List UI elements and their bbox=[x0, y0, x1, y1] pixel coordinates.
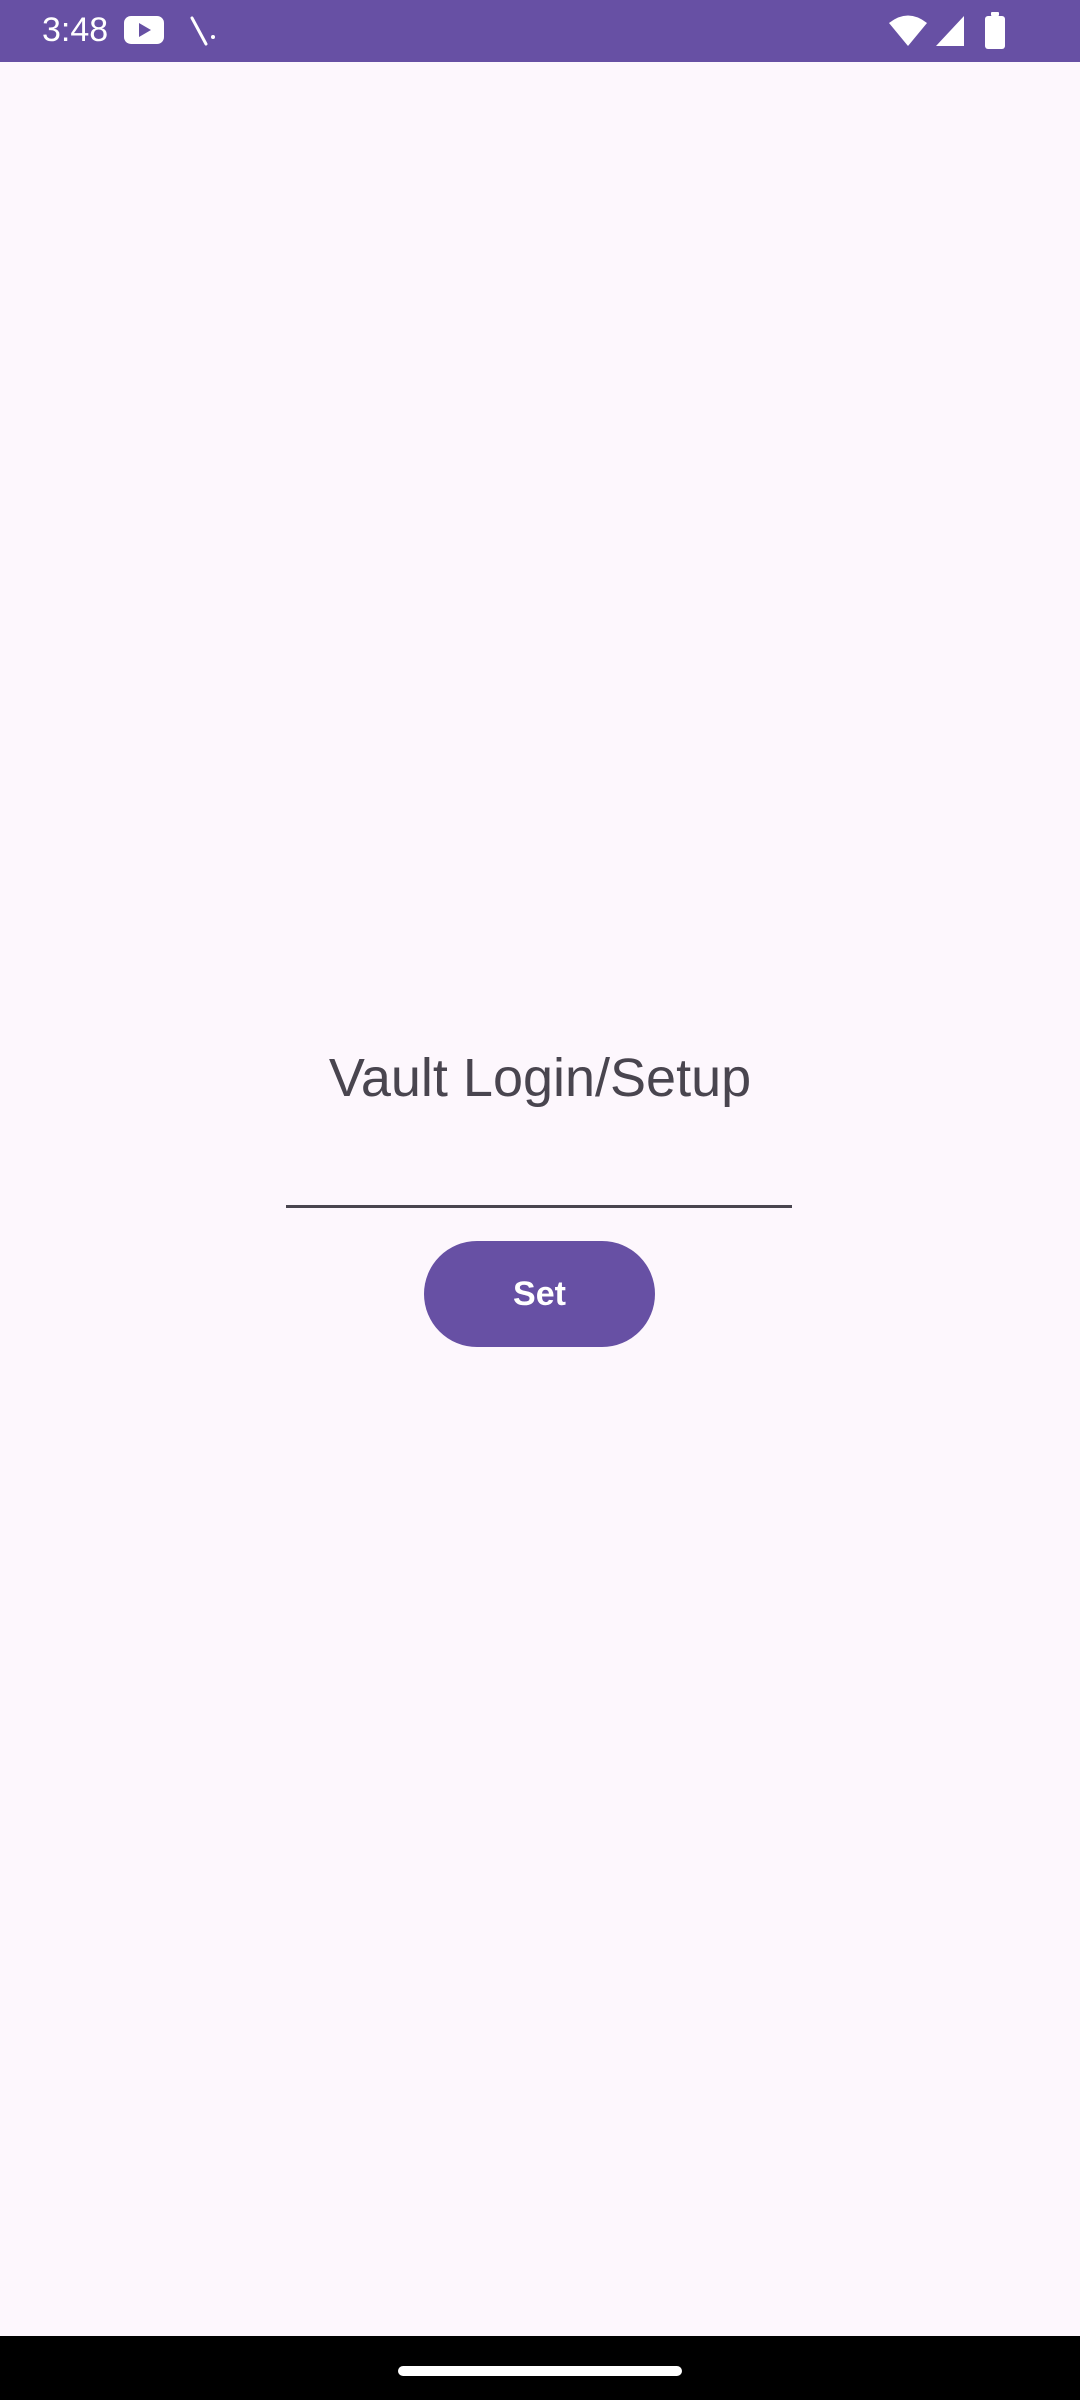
page-title: Vault Login/Setup bbox=[328, 1048, 752, 1108]
navigation-bar bbox=[0, 2336, 1080, 2400]
status-bar: 3:48 bbox=[0, 0, 1080, 62]
battery-icon bbox=[985, 12, 1005, 49]
password-field[interactable] bbox=[286, 1140, 792, 1208]
signal-icon bbox=[936, 16, 964, 46]
youtube-icon bbox=[124, 16, 164, 44]
status-time: 3:48 bbox=[42, 11, 109, 49]
mic-off-icon bbox=[190, 16, 215, 46]
wifi-icon bbox=[889, 15, 927, 46]
set-button[interactable]: Set bbox=[424, 1241, 655, 1347]
home-indicator[interactable] bbox=[398, 2366, 682, 2376]
